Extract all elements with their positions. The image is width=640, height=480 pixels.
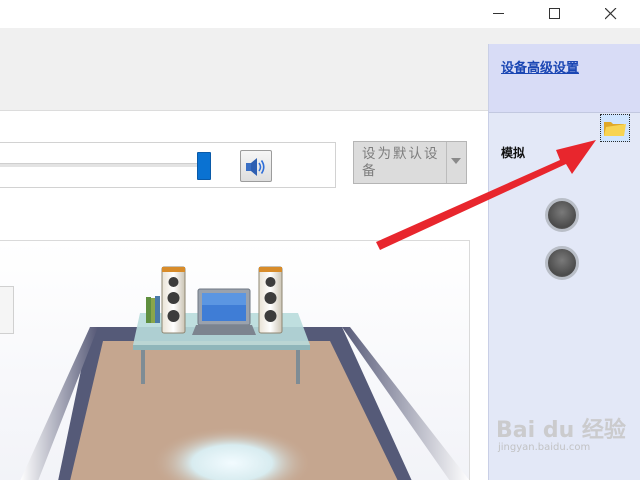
advanced-settings-link[interactable]: 设备高级设置 [501,57,579,76]
folder-icon [604,122,626,136]
volume-slider-thumb[interactable] [197,152,211,180]
close-button[interactable] [588,0,634,28]
minimize-button[interactable] [476,0,522,28]
watermark-url: jingyan.baidu.com [498,442,591,453]
set-default-button[interactable]: 设为默认设备 [353,141,467,184]
speaker-icon [246,158,265,176]
title-bar [0,0,640,28]
sidebar-header: 设备高级设置 [489,44,640,112]
minimize-icon [493,13,504,14]
dropdown-arrow-icon[interactable] [451,158,461,164]
set-default-label: 设为默认设备 [362,146,440,179]
sidebar-divider [489,112,640,113]
watermark-logo: Bai du 经验 [496,418,626,443]
speaker-scene [0,240,470,480]
audio-jack-2[interactable] [545,246,579,280]
button-divider [446,142,447,183]
maximize-icon [549,8,560,19]
header-band [0,28,488,110]
scene-side-tab [0,286,14,334]
room-illustration [20,266,469,480]
analog-label: 模拟 [501,146,526,160]
watermark: Bai du 经验 jingyan.baidu.com [494,412,626,472]
maximize-button[interactable] [532,0,578,28]
audio-jack-1[interactable] [545,198,579,232]
mute-button[interactable] [240,150,272,182]
folder-button[interactable] [600,114,630,142]
close-icon [605,8,617,20]
volume-slider-track[interactable] [0,163,210,167]
